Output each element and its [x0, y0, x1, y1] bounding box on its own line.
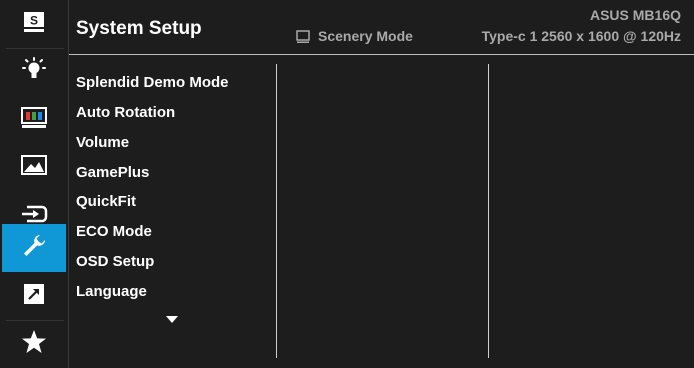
menu-item-eco-mode[interactable]: ECO Mode — [76, 223, 152, 240]
wrench-icon — [20, 232, 48, 265]
menu-item-quickfit[interactable]: QuickFit — [76, 193, 136, 210]
sidebar-item-blue-light-filter[interactable] — [2, 48, 66, 96]
svg-text:S: S — [30, 13, 38, 27]
shortcut-icon — [22, 282, 46, 311]
column-divider — [276, 64, 277, 358]
scroll-down-arrow-icon[interactable] — [166, 316, 178, 323]
sidebar-item-color[interactable] — [2, 96, 66, 144]
star-icon — [21, 329, 47, 360]
sidebar-item-image[interactable] — [2, 144, 66, 192]
splendid-icon: S — [22, 10, 46, 39]
page-title: System Setup — [76, 18, 202, 39]
menu-item-volume[interactable]: Volume — [76, 134, 129, 151]
sidebar-item-shortcut[interactable] — [2, 272, 66, 320]
color-icon — [21, 106, 47, 135]
sidebar: S — [0, 0, 68, 368]
menu-item-language[interactable]: Language — [76, 283, 147, 300]
blue-light-filter-icon — [20, 56, 48, 89]
osd-window: S System Setup ASUS MB16Q Scenery Mode T… — [0, 0, 694, 368]
input-signal: Type-c 1 2560 x 1600 @ 120Hz — [481, 28, 681, 44]
menu-item-splendid-demo-mode[interactable]: Splendid Demo Mode — [76, 74, 229, 91]
menu-item-osd-setup[interactable]: OSD Setup — [76, 253, 154, 270]
menu-item-auto-rotation[interactable]: Auto Rotation — [76, 104, 175, 121]
sidebar-separator — [68, 0, 69, 368]
monitor-icon — [296, 30, 310, 49]
image-icon — [21, 154, 47, 183]
current-mode: Scenery Mode — [318, 28, 413, 44]
column-divider — [488, 64, 489, 358]
model-name: ASUS MB16Q — [589, 7, 681, 23]
header-divider — [69, 54, 694, 55]
sidebar-item-favorite[interactable] — [2, 320, 66, 368]
menu-item-gameplus[interactable]: GamePlus — [76, 164, 149, 181]
sidebar-item-splendid[interactable]: S — [2, 0, 66, 48]
sidebar-item-system-setup[interactable] — [2, 224, 66, 272]
